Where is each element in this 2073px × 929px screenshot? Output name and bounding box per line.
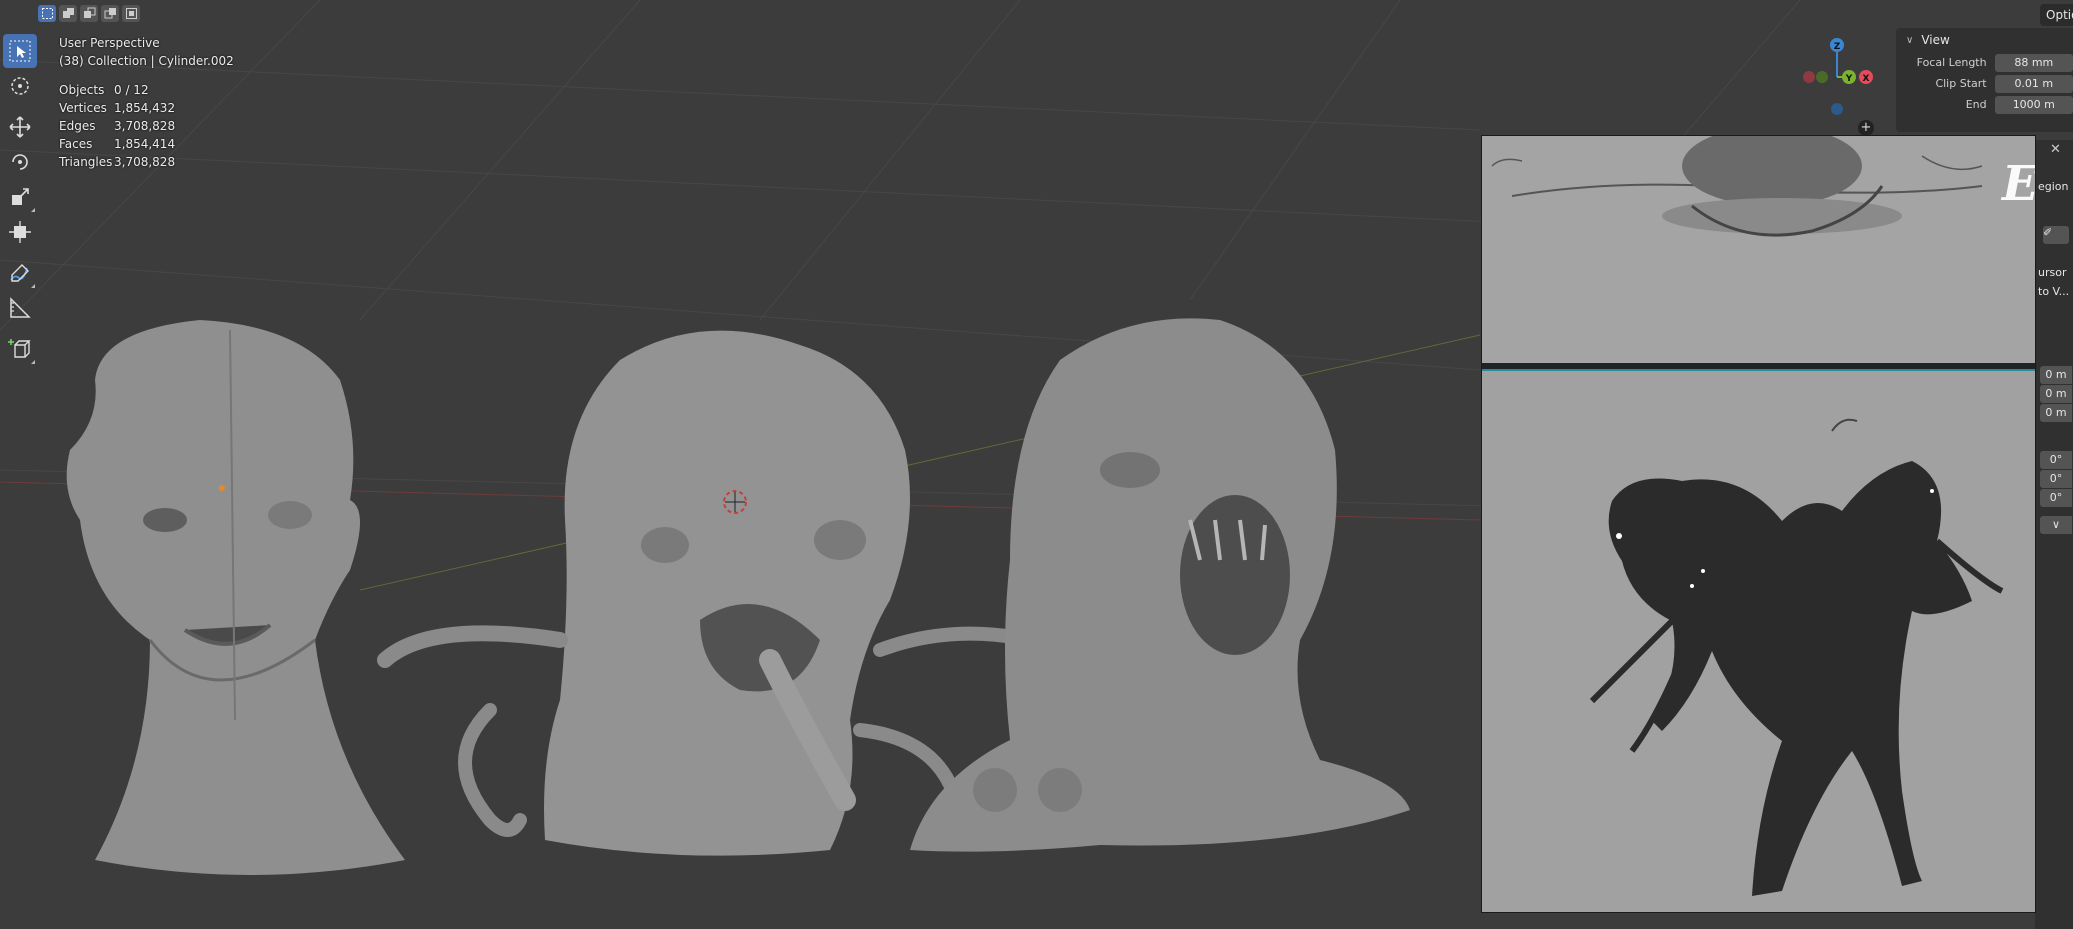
reference-letter: E: [2002, 156, 2036, 212]
viewport-info: User Perspective (38) Collection | Cylin…: [59, 34, 234, 70]
stat-row: Vertices 1,854,432: [59, 101, 176, 115]
gizmo-x-label: X: [1863, 74, 1870, 84]
head-sculpt-1: [66, 320, 406, 875]
select-box-tool[interactable]: [3, 34, 37, 68]
head-sculpt-2: [377, 330, 1057, 856]
stat-row: Triangles 3,708,828: [59, 155, 176, 169]
select-extend-icon[interactable]: [59, 5, 77, 22]
clip-start-field[interactable]: 0.01 m: [1994, 74, 2073, 93]
focal-length-row: Focal Length 88 mm: [1896, 52, 2073, 73]
location-z-field[interactable]: 0 m: [2040, 404, 2072, 422]
clip-end-row: End 1000 m: [1896, 94, 2073, 115]
reference-image-top: E: [1482, 136, 2035, 363]
location-x-field[interactable]: 0 m: [2040, 366, 2072, 384]
chevron-down-icon: ∨: [1906, 34, 1914, 46]
select-intersect-icon[interactable]: [122, 5, 140, 22]
scale-icon: [12, 188, 29, 205]
select-mode-group: [38, 5, 140, 22]
region-text: egion: [2038, 180, 2069, 193]
transform-tool[interactable]: [3, 215, 37, 249]
move-arrows-icon: [9, 116, 31, 138]
navigation-gizmo[interactable]: Z Y X: [1795, 35, 1885, 125]
3d-cursor-icon: [11, 77, 29, 95]
gizmo-z-label: Z: [1834, 42, 1841, 52]
focal-length-field[interactable]: 88 mm: [1994, 53, 2073, 72]
sidebar-partial: egion ✐ ursor to V... 0 m 0 m 0 m 0° 0° …: [2035, 140, 2073, 929]
collection-label: (38) Collection | Cylinder.002: [59, 54, 234, 68]
eyedropper-icon[interactable]: ✐: [2043, 226, 2069, 244]
clip-end-label: End: [1965, 98, 1987, 111]
cursor-tool[interactable]: [3, 69, 37, 103]
ruler-icon: [10, 297, 31, 318]
select-subtract-icon[interactable]: [80, 5, 98, 22]
move-tool[interactable]: [3, 110, 37, 144]
add-cube-icon: [8, 339, 31, 358]
view-panel-header[interactable]: ∨ View: [1896, 28, 2073, 52]
location-y-field[interactable]: 0 m: [2040, 385, 2072, 403]
select-new-icon[interactable]: [38, 5, 56, 22]
rotation-mode-dropdown[interactable]: ∨: [2040, 516, 2072, 534]
rotation-x-field[interactable]: 0°: [2040, 451, 2072, 469]
view-panel: ∨ View Focal Length 88 mm Clip Start 0.0…: [1896, 28, 2073, 132]
annotate-tool[interactable]: [3, 256, 37, 290]
gizmo-neg-y-axis[interactable]: [1816, 71, 1828, 83]
reference-divider: [1482, 363, 2035, 371]
select-difference-icon[interactable]: [101, 5, 119, 22]
gizmo-y-label: Y: [1845, 74, 1853, 84]
reference-image-bottom: [1482, 371, 2035, 912]
pencil-icon: [10, 264, 29, 282]
tool-shelf: [3, 34, 40, 367]
scale-tool[interactable]: [3, 180, 37, 214]
clip-start-row: Clip Start 0.01 m: [1896, 73, 2073, 94]
rotate-icon: [12, 154, 28, 170]
close-icon[interactable]: ✕: [2050, 142, 2061, 157]
rotation-y-field[interactable]: 0°: [2040, 470, 2072, 488]
gizmo-neg-z-axis[interactable]: [1831, 103, 1843, 115]
to-view-text: to V...: [2038, 285, 2070, 298]
view-panel-title: View: [1921, 33, 1950, 47]
stat-row: Faces 1,854,414: [59, 137, 176, 151]
stat-row: Objects 0 / 12: [59, 83, 149, 97]
measure-tool[interactable]: [3, 291, 37, 325]
gizmo-neg-x-axis[interactable]: [1803, 71, 1815, 83]
add-cube-tool[interactable]: [3, 332, 37, 366]
reference-image-window[interactable]: E: [1481, 135, 2036, 913]
cursor-text: ursor: [2038, 266, 2067, 279]
perspective-label: User Perspective: [59, 36, 160, 50]
rotate-tool[interactable]: [3, 145, 37, 179]
options-button[interactable]: Optio: [2040, 4, 2073, 26]
clip-end-field[interactable]: 1000 m: [1994, 95, 2073, 114]
add-icon[interactable]: +: [1858, 120, 1874, 136]
3d-viewport[interactable]: User Perspective (38) Collection | Cylin…: [0, 0, 2073, 929]
rotation-z-field[interactable]: 0°: [2040, 489, 2072, 507]
focal-length-label: Focal Length: [1916, 56, 1987, 69]
scene-statistics: Objects 0 / 12 Vertices 1,854,432 Edges 3,7…: [59, 81, 175, 171]
head-sculpt-3: [910, 318, 1410, 852]
clip-start-label: Clip Start: [1935, 77, 1987, 90]
cursor-arrow-icon: [9, 40, 31, 62]
transform-icon: [9, 221, 31, 243]
stat-row: Edges 3,708,828: [59, 119, 176, 133]
